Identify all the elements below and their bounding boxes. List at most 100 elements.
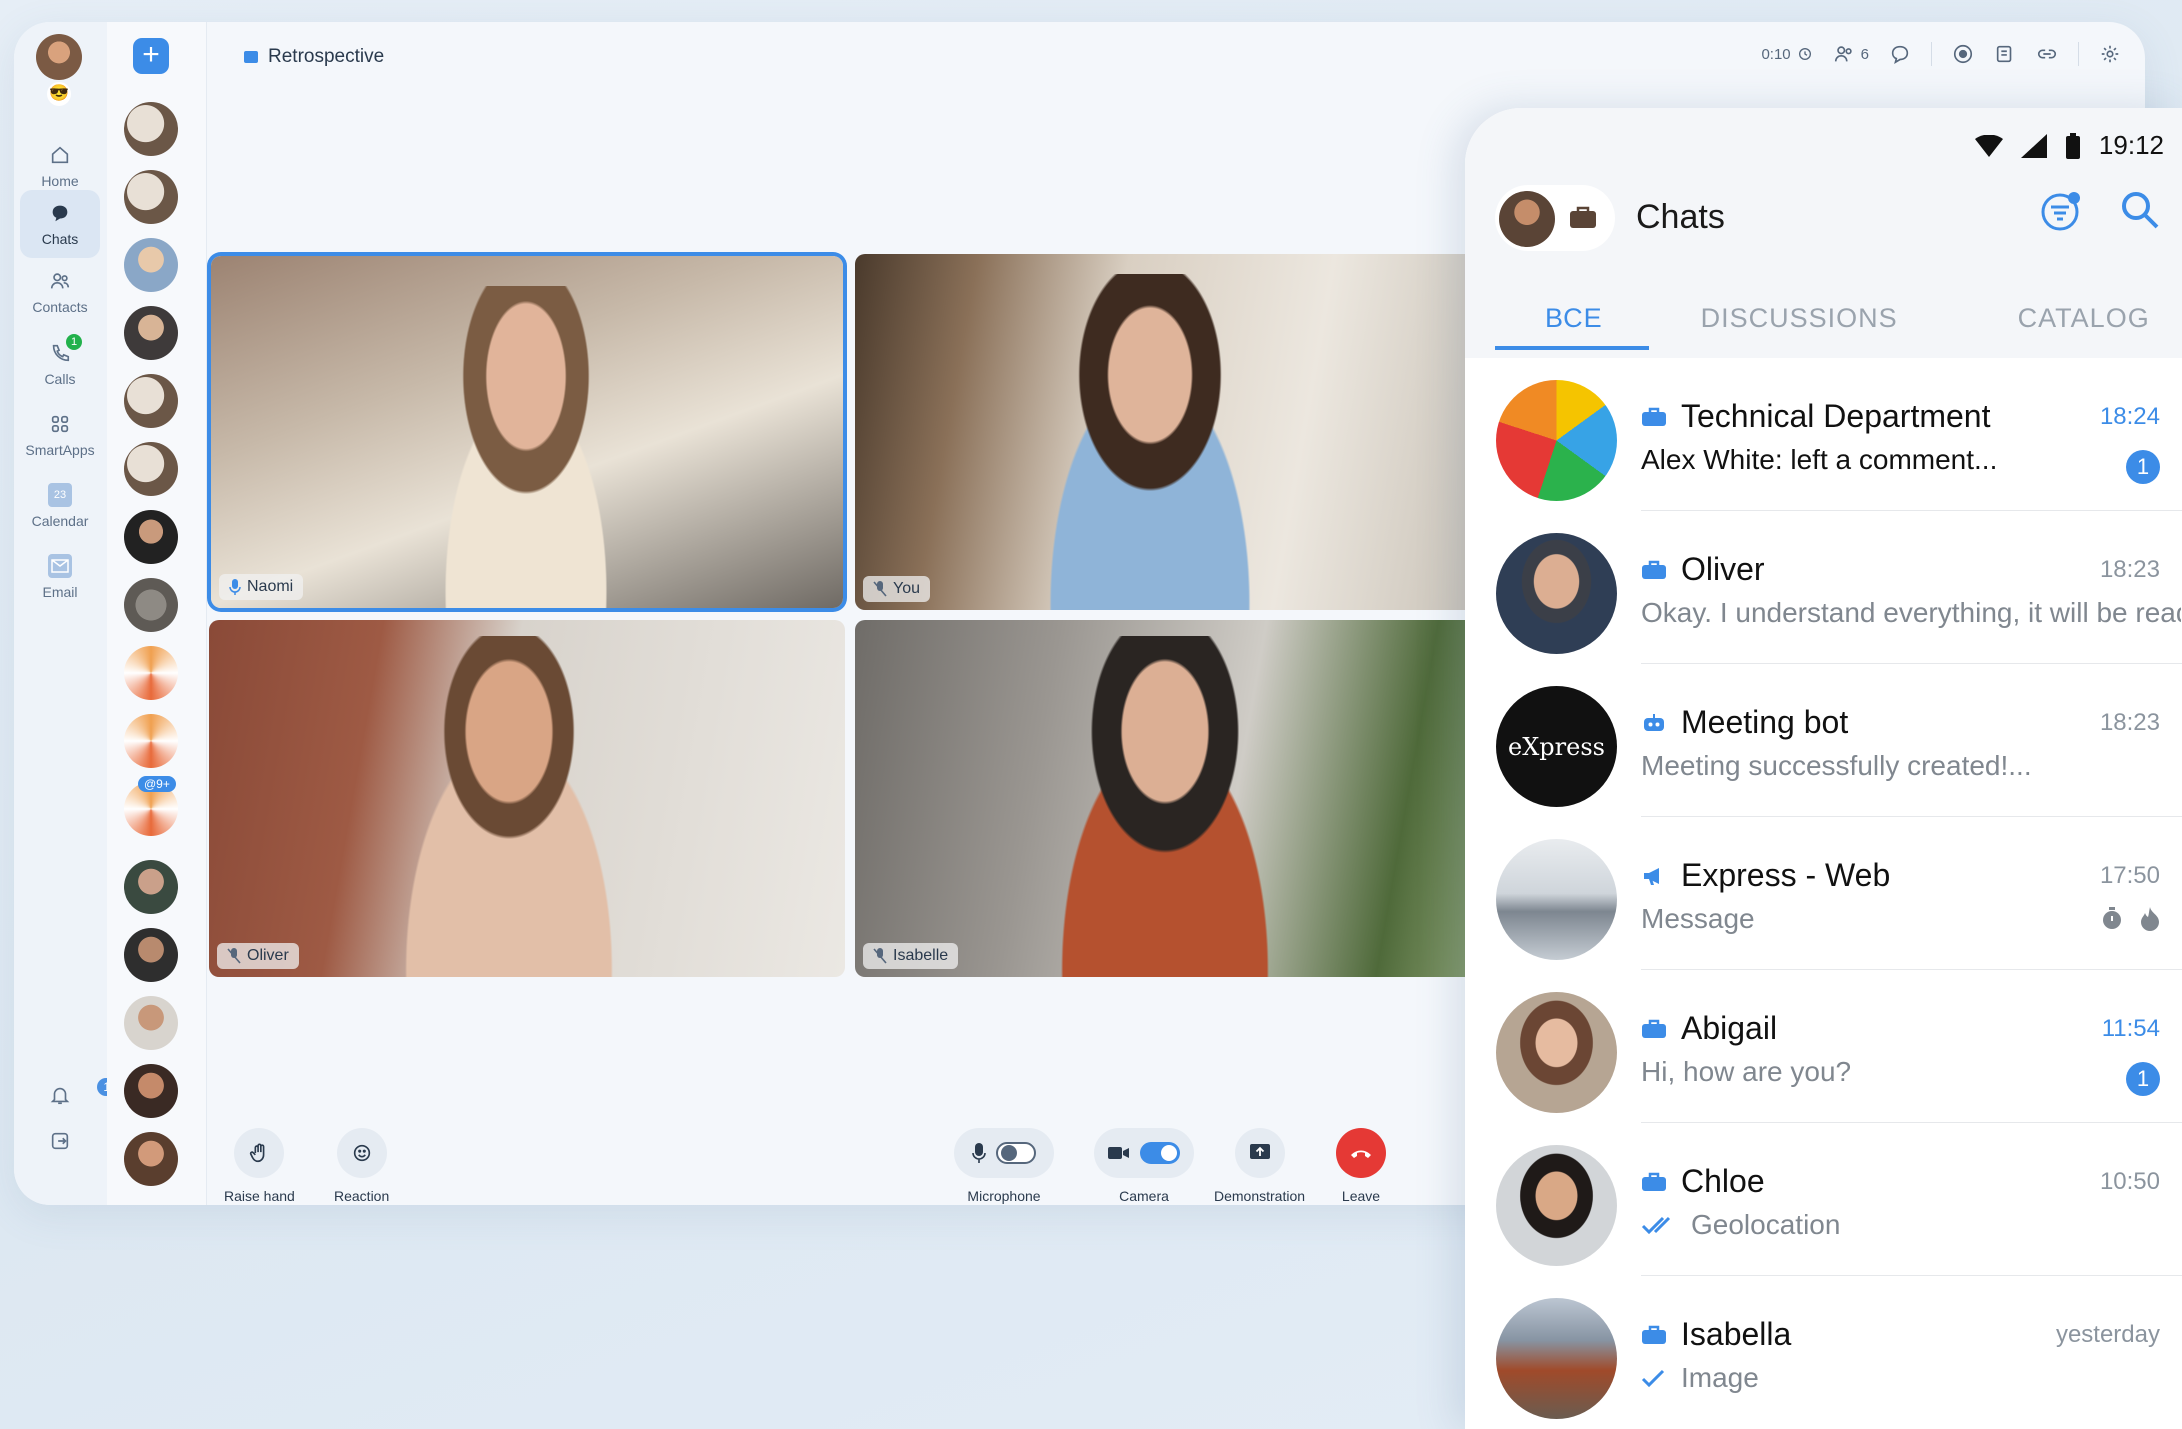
participants-button[interactable]: 6	[1833, 43, 1869, 65]
raise-hand-label: Raise hand	[224, 1188, 295, 1204]
strip-avatar[interactable]	[124, 1064, 178, 1118]
chat-row[interactable]: Chloe 10:50 Geolocation	[1465, 1123, 2182, 1276]
unread-badge: 1	[2126, 450, 2160, 484]
briefcase-icon	[244, 51, 258, 63]
briefcase-icon	[1642, 1172, 1666, 1191]
strip-avatar[interactable]	[124, 510, 178, 564]
timer: 0:10	[1761, 46, 1812, 63]
screen-share-icon	[1249, 1144, 1270, 1159]
strip-avatar[interactable]	[124, 170, 178, 224]
chat-row[interactable]: Technical Department 18:24 Alex White: l…	[1465, 358, 2182, 511]
camera-toggle[interactable]	[1094, 1128, 1194, 1178]
video-tile-isabelle[interactable]: Isabelle	[855, 620, 1479, 977]
calls-badge: 1	[66, 334, 82, 350]
strip-avatar[interactable]	[124, 860, 178, 914]
search-icon[interactable]	[2120, 190, 2160, 230]
strip-avatar[interactable]	[124, 646, 178, 700]
apps-grid-icon	[48, 412, 72, 436]
toolbar-divider	[1931, 42, 1932, 66]
nav-calendar[interactable]: 23 Calendar	[20, 472, 100, 540]
strip-avatar[interactable]: @9+	[124, 776, 178, 836]
bell-button[interactable]: 12	[49, 1078, 123, 1111]
video-tile-naomi[interactable]: Naomi	[211, 256, 843, 608]
participants-count: 6	[1860, 45, 1869, 63]
tab-discussions[interactable]: DISCUSSIONS	[1649, 290, 1958, 358]
bot-icon	[1644, 713, 1664, 731]
briefcase-icon	[1642, 1019, 1666, 1038]
strip-avatar[interactable]	[124, 442, 178, 496]
raise-hand-control[interactable]: Raise hand	[224, 1128, 295, 1204]
record-icon	[1953, 44, 1973, 64]
video-tile-you[interactable]: You	[855, 254, 1479, 610]
account-switcher[interactable]	[1495, 185, 1615, 251]
my-avatar[interactable]	[36, 34, 82, 80]
chat-time: yesterday	[2055, 1321, 2160, 1348]
record-button[interactable]	[1952, 43, 1974, 65]
chat-row[interactable]: Isabella yesterday Image	[1465, 1276, 2182, 1429]
nav-chats[interactable]: Chats	[20, 190, 100, 258]
toolbar-divider	[2078, 42, 2079, 66]
contacts-icon	[48, 269, 72, 293]
demonstration-control[interactable]: Demonstration	[1214, 1128, 1305, 1204]
meeting-title: Retrospective	[244, 46, 384, 68]
tab-all[interactable]: ВСЕ	[1465, 290, 1649, 358]
chat-row[interactable]: Abigail 11:54 Hi, how are you? 1	[1465, 970, 2182, 1123]
logout-button[interactable]	[49, 1130, 71, 1157]
settings-button[interactable]	[2099, 43, 2121, 65]
participant-name-tag: Isabelle	[863, 943, 959, 969]
strip-avatar[interactable]	[124, 306, 178, 360]
microphone-switch[interactable]	[996, 1142, 1036, 1164]
chat-time: 17:50	[2099, 862, 2160, 889]
chat-row[interactable]: Oliver 18:23 Okay. I understand everythi…	[1465, 511, 2182, 664]
participant-name: You	[893, 580, 920, 597]
strip-avatar[interactable]	[124, 102, 178, 156]
chat-row[interactable]: Express - Web 17:50 Message	[1465, 817, 2182, 970]
logout-icon	[51, 1132, 69, 1150]
chat-row[interactable]: eXpress Meeting bot 18:23 Meeting succes…	[1465, 664, 2182, 817]
hand-icon	[250, 1143, 265, 1163]
video-tile-oliver[interactable]: Oliver	[209, 620, 845, 977]
timer-text: 0:10	[1761, 45, 1791, 63]
reaction-control[interactable]: Reaction	[334, 1128, 389, 1204]
tab-catalog[interactable]: CATALOG	[1958, 290, 2182, 358]
nav-email[interactable]: Email	[20, 543, 100, 611]
strip-avatar[interactable]	[124, 928, 178, 982]
new-chat-button[interactable]: +	[133, 38, 169, 74]
strip-avatar[interactable]	[124, 714, 178, 768]
microphone-control[interactable]: Microphone	[954, 1128, 1054, 1204]
filter-icon[interactable]	[2040, 190, 2082, 232]
chat-strip: + @9+	[107, 22, 207, 1205]
strip-avatar[interactable]	[124, 1132, 178, 1186]
strip-avatar[interactable]	[124, 374, 178, 428]
microphone-off-icon	[873, 948, 887, 964]
leave-button[interactable]	[1336, 1128, 1386, 1178]
reaction-label: Reaction	[334, 1188, 390, 1204]
nav-calls[interactable]: 1 Calls	[20, 330, 100, 398]
meeting-toolbar: 0:10 6	[1761, 42, 2121, 66]
megaphone-icon	[1644, 867, 1659, 885]
camera-control[interactable]: Camera	[1094, 1128, 1194, 1204]
copy-link-button[interactable]	[2036, 43, 2058, 65]
chat-time: 18:23	[2099, 556, 2160, 583]
camera-switch[interactable]	[1140, 1142, 1180, 1164]
meeting-chat-button[interactable]	[1889, 43, 1911, 65]
reaction-button[interactable]	[336, 1128, 387, 1178]
strip-avatar[interactable]	[124, 238, 178, 292]
chat-preview: Geolocation	[1641, 1209, 2181, 1241]
chat-avatar	[1496, 992, 1617, 1113]
chat-title: Technical Department	[1641, 398, 1990, 435]
raise-hand-button[interactable]	[234, 1128, 285, 1178]
leave-control[interactable]: Leave	[1336, 1128, 1386, 1204]
microphone-toggle[interactable]	[954, 1128, 1054, 1178]
strip-avatar[interactable]	[124, 996, 178, 1050]
nav-contacts[interactable]: Contacts	[20, 258, 100, 326]
participant-video	[1015, 636, 1315, 977]
email-icon	[48, 554, 72, 578]
status-emoji[interactable]: 😎	[47, 82, 71, 106]
strip-avatar[interactable]	[124, 578, 178, 632]
nav-smartapps[interactable]: SmartApps	[20, 401, 100, 469]
demonstration-button[interactable]	[1234, 1128, 1285, 1178]
notes-button[interactable]	[1994, 43, 2016, 65]
smile-icon	[353, 1144, 370, 1162]
chat-time: 18:23	[2099, 709, 2160, 736]
